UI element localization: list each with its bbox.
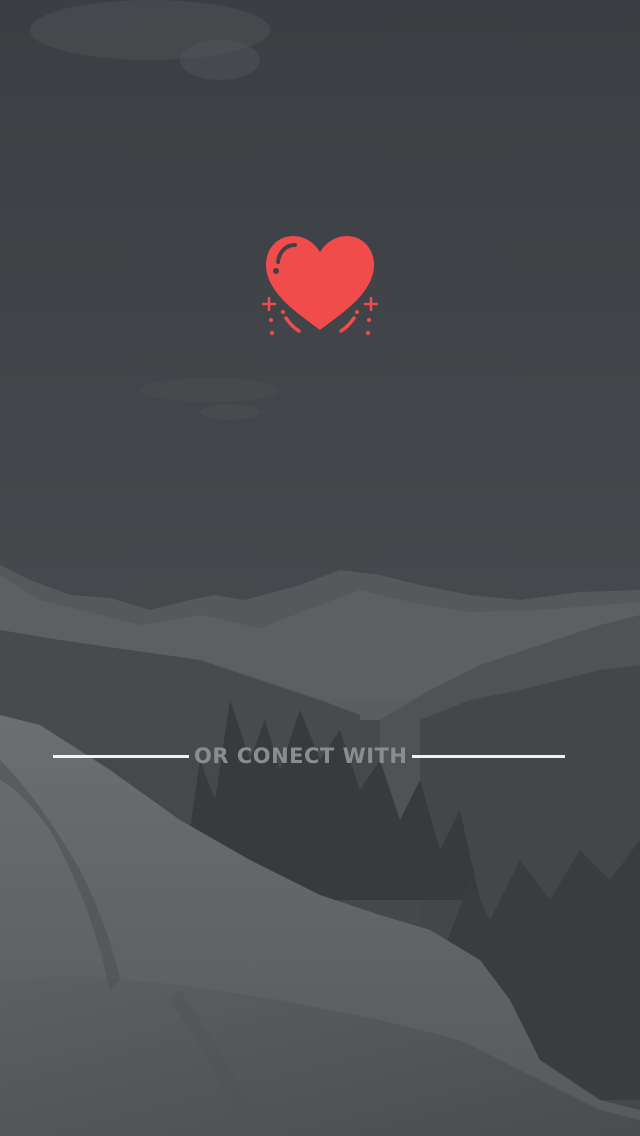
- login-screen: OR CONECT WITH: [0, 0, 640, 1136]
- divider-line-left: [53, 754, 189, 758]
- divider-line-right: [412, 754, 566, 758]
- heart-icon: [262, 236, 378, 335]
- background-image: [0, 0, 640, 1136]
- social-login-divider: OR CONECT WITH: [53, 741, 587, 771]
- divider-label: OR CONECT WITH: [194, 744, 408, 768]
